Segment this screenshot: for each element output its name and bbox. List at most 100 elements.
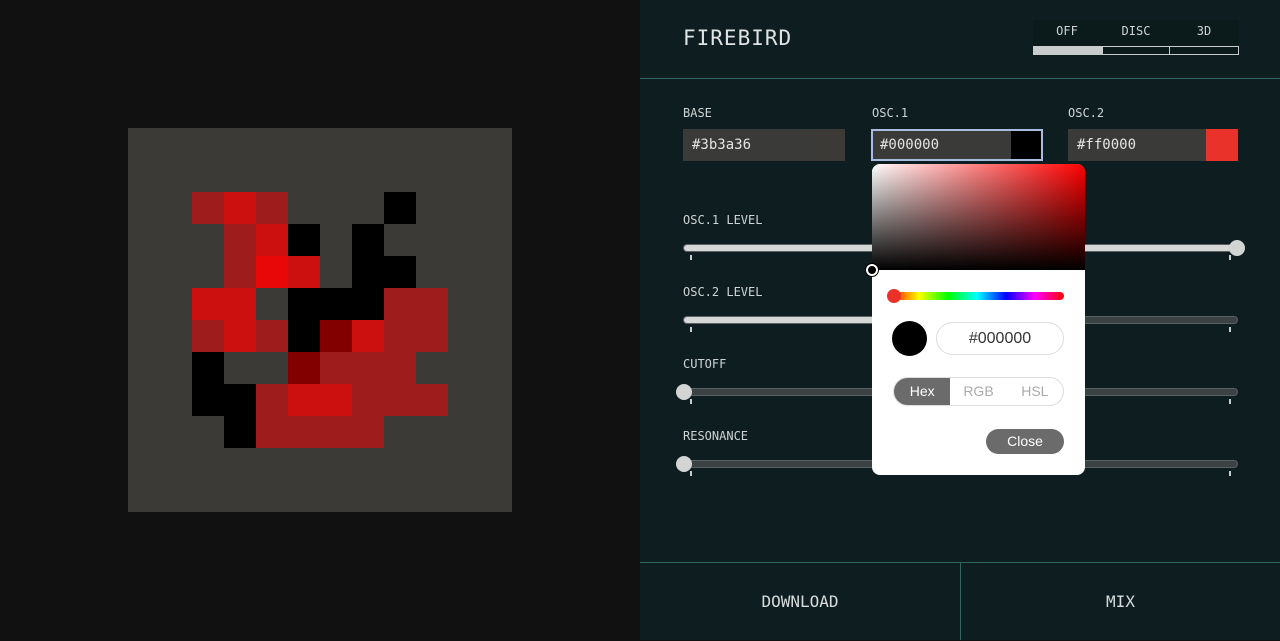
pixel-cell: [288, 416, 320, 448]
pixel-cell: [192, 352, 224, 384]
slider-tick-max: [1229, 471, 1231, 476]
pixel-cell: [128, 352, 160, 384]
pixel-cell: [480, 288, 512, 320]
pixel-cell: [128, 224, 160, 256]
pixel-cell: [192, 384, 224, 416]
osc2-swatch[interactable]: [1206, 129, 1238, 161]
pixel-cell: [256, 416, 288, 448]
slider-tick-min: [690, 471, 692, 476]
mode-3d-bar[interactable]: [1169, 46, 1239, 55]
pixel-cell: [224, 352, 256, 384]
pixel-cell: [128, 448, 160, 480]
pixel-cell: [352, 128, 384, 160]
mode-off[interactable]: OFF: [1033, 20, 1101, 42]
pixel-cell: [480, 480, 512, 512]
pixel-cell: [288, 288, 320, 320]
hue-handle[interactable]: [887, 289, 901, 303]
base-color-value: #3b3a36: [692, 137, 752, 153]
format-hsl[interactable]: HSL: [1007, 378, 1063, 405]
pixel-cell: [384, 256, 416, 288]
pixel-cell: [288, 448, 320, 480]
pixel-cell: [352, 288, 384, 320]
format-rgb[interactable]: RGB: [950, 378, 1006, 405]
hex-input[interactable]: #000000: [936, 322, 1064, 355]
mode-3d[interactable]: 3D: [1170, 20, 1238, 42]
pixel-cell: [384, 384, 416, 416]
pixel-cell: [160, 320, 192, 352]
pixel-cell: [448, 128, 480, 160]
format-hex[interactable]: Hex: [894, 378, 951, 405]
pixel-cell: [224, 480, 256, 512]
close-button[interactable]: Close: [986, 429, 1064, 454]
slider-tick-max: [1229, 327, 1231, 332]
pixel-cell: [416, 256, 448, 288]
slider-tick-min: [690, 399, 692, 404]
pixel-cell: [128, 160, 160, 192]
app-title: FIREBIRD: [683, 26, 793, 50]
pixel-cell: [288, 128, 320, 160]
pixel-cell: [256, 192, 288, 224]
pixel-cell: [224, 256, 256, 288]
pixel-cell: [256, 448, 288, 480]
pixel-cell: [480, 448, 512, 480]
pixel-cell: [288, 224, 320, 256]
pixel-cell: [448, 288, 480, 320]
pixel-cell: [128, 416, 160, 448]
pixel-cell: [192, 128, 224, 160]
pixel-cell: [384, 416, 416, 448]
pixel-cell: [160, 448, 192, 480]
pixel-cell: [192, 224, 224, 256]
mode-off-bar[interactable]: [1033, 46, 1103, 55]
slider-thumb[interactable]: [676, 384, 692, 400]
slider-label: CUTOFF: [683, 357, 727, 371]
pixel-cell: [224, 128, 256, 160]
pixel-cell: [128, 192, 160, 224]
pixel-cell: [384, 160, 416, 192]
pixel-cell: [320, 352, 352, 384]
pixel-cell: [128, 384, 160, 416]
saturation-area[interactable]: [872, 164, 1085, 270]
pixel-cell: [448, 160, 480, 192]
pixel-cell: [384, 224, 416, 256]
pixel-cell: [224, 416, 256, 448]
pixel-cell: [128, 256, 160, 288]
pixel-cell: [352, 320, 384, 352]
pixel-cell: [416, 416, 448, 448]
pixel-cell: [256, 480, 288, 512]
pixel-cell: [256, 288, 288, 320]
pixel-cell: [416, 448, 448, 480]
preview-panel: [0, 0, 640, 640]
pixel-cell: [448, 480, 480, 512]
pixel-cell: [160, 128, 192, 160]
osc1-color-input[interactable]: #000000: [871, 129, 1043, 161]
base-color-input[interactable]: #3b3a36: [683, 129, 845, 161]
divider: [640, 78, 1280, 79]
pixel-cell: [256, 384, 288, 416]
pixel-cell: [448, 384, 480, 416]
hue-slider[interactable]: [890, 292, 1064, 300]
download-button[interactable]: DOWNLOAD: [640, 562, 961, 640]
slider-thumb[interactable]: [676, 456, 692, 472]
pixel-art-canvas: [128, 128, 512, 512]
osc2-label: OSC.2: [1068, 106, 1105, 120]
pixel-cell: [448, 416, 480, 448]
pixel-cell: [192, 192, 224, 224]
saturation-handle[interactable]: [866, 264, 878, 276]
pixel-cell: [384, 320, 416, 352]
base-swatch[interactable]: [813, 129, 845, 161]
pixel-cell: [352, 160, 384, 192]
pixel-cell: [352, 224, 384, 256]
pixel-cell: [480, 352, 512, 384]
mode-disc-bar[interactable]: [1102, 46, 1170, 55]
osc2-color-input[interactable]: #ff0000: [1068, 129, 1238, 161]
mode-disc[interactable]: DISC: [1102, 20, 1170, 42]
mix-button[interactable]: MIX: [961, 562, 1280, 640]
osc1-swatch[interactable]: [1011, 131, 1041, 159]
pixel-cell: [160, 480, 192, 512]
pixel-cell: [384, 352, 416, 384]
slider-thumb[interactable]: [1229, 240, 1245, 256]
pixel-cell: [288, 256, 320, 288]
osc1-color-value: #000000: [880, 137, 940, 153]
pixel-cell: [320, 160, 352, 192]
pixel-cell: [480, 192, 512, 224]
